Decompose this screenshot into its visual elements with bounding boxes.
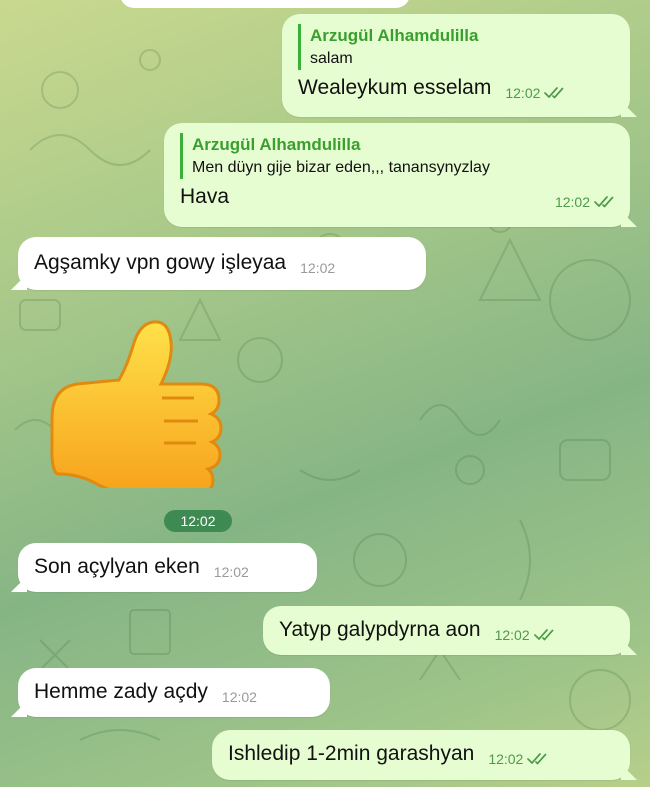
message-bubble-outgoing[interactable]: Yatyp galypdyrna aon 12:02 — [263, 606, 630, 655]
message-bubble-incoming[interactable]: Son açylyan eken 12:02 — [18, 543, 317, 592]
message-text: Yatyp galypdyrna aon — [279, 618, 481, 641]
message-bubble-incoming[interactable]: Agşamky vpn gowy işleyaa 12:02 — [18, 237, 426, 290]
reply-quote[interactable]: Arzugül Alhamdulilla Men düyn gije bizar… — [180, 133, 616, 179]
message-bubble-outgoing[interactable]: Ishledip 1-2min garashyan 12:02 — [212, 730, 630, 780]
double-check-icon — [544, 87, 564, 99]
double-check-icon — [533, 629, 553, 641]
message-time: 12:02 — [300, 260, 336, 276]
reply-quoted-text: salam — [310, 50, 353, 67]
message-bubble-outgoing[interactable]: Arzugül Alhamdulilla salam Wealeykum ess… — [282, 14, 630, 117]
message-text: Agşamky vpn gowy işleyaa — [34, 251, 287, 274]
message-text: Son açylyan eken — [34, 555, 200, 578]
message-time: 12:02 — [213, 564, 249, 580]
reply-sender-name: Arzugül Alhamdulilla — [192, 135, 361, 154]
chat-background: Arzugül Alhamdulilla salam Wealeykum ess… — [0, 0, 650, 787]
message-bubble-incoming[interactable]: Hemme zady açdy 12:02 — [18, 668, 330, 717]
reply-quoted-text: Men düyn gije bizar eden,,, tanansynyzla… — [192, 159, 490, 176]
message-time: 12:02 — [554, 194, 590, 210]
message-bubble-outgoing[interactable]: Arzugül Alhamdulilla Men düyn gije bizar… — [164, 123, 630, 227]
message-text: Hemme zady açdy — [34, 680, 208, 703]
reply-quote[interactable]: Arzugül Alhamdulilla salam — [298, 24, 616, 70]
message-time: 12:02 — [221, 689, 257, 705]
message-time: 12:02 — [505, 85, 541, 101]
reply-sender-name: Arzugül Alhamdulilla — [310, 26, 479, 45]
thumbs-up-icon[interactable] — [44, 318, 230, 488]
message-time: 12:02 — [488, 751, 524, 767]
double-check-icon — [527, 753, 547, 765]
message-text: Hava — [180, 185, 230, 208]
message-text: Wealeykum esselam — [298, 76, 492, 99]
double-check-icon — [594, 196, 614, 208]
message-time: 12:02 — [494, 627, 530, 643]
message-text: Ishledip 1-2min garashyan — [228, 742, 475, 765]
sticker-time: 12:02 — [164, 510, 232, 532]
previous-message-edge — [120, 0, 410, 8]
